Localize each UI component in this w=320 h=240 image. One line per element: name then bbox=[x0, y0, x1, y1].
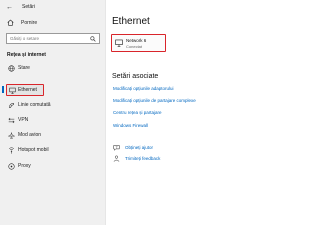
search-input[interactable] bbox=[10, 35, 86, 42]
sidebar-item-status[interactable]: Stare bbox=[4, 62, 102, 74]
help-icon: ? bbox=[113, 145, 120, 151]
page-title: Ethernet bbox=[112, 16, 150, 27]
back-arrow-icon[interactable]: ← bbox=[6, 4, 13, 11]
sidebar-item-label: Proxy bbox=[18, 163, 31, 169]
sidebar: Pornire Rețea și internet Stare Ethernet bbox=[0, 0, 106, 225]
main-content: Ethernet Network 6 Conectat Setări asoci… bbox=[106, 0, 250, 225]
proxy-icon bbox=[8, 163, 15, 170]
sidebar-item-proxy[interactable]: Proxy bbox=[4, 160, 102, 172]
home-nav-item[interactable]: Pornire bbox=[7, 18, 102, 28]
status-icon bbox=[8, 65, 15, 72]
svg-text:?: ? bbox=[116, 145, 118, 149]
search-box[interactable] bbox=[6, 33, 100, 44]
link-network-sharing-center[interactable]: Centru rețea și partajare bbox=[113, 110, 162, 116]
link-adapter-options[interactable]: Modificați opțiunile adaptorului bbox=[113, 86, 174, 92]
hotspot-icon bbox=[8, 147, 15, 154]
feedback-icon bbox=[113, 155, 120, 162]
sidebar-item-label: Ethernet bbox=[18, 87, 37, 94]
send-feedback-item[interactable]: Trimiteți feedback bbox=[113, 155, 193, 163]
home-icon bbox=[7, 19, 14, 26]
sidebar-item-label: Mod avion bbox=[18, 132, 42, 138]
sidebar-section-title: Rețea și internet bbox=[7, 52, 46, 58]
dial-up-icon bbox=[9, 103, 14, 108]
sidebar-item-airplane-mode[interactable]: Mod avion bbox=[4, 129, 102, 141]
send-feedback-label: Trimiteți feedback bbox=[125, 156, 161, 161]
app-title: Setări bbox=[22, 4, 36, 10]
search-icon[interactable] bbox=[90, 36, 96, 42]
sidebar-item-label: Hotspot mobil bbox=[18, 147, 49, 153]
link-advanced-sharing[interactable]: Modificați opțiunile de partajare comple… bbox=[113, 98, 196, 104]
sidebar-item-vpn[interactable]: VPN bbox=[4, 114, 102, 126]
sidebar-item-label: Stare bbox=[18, 65, 30, 71]
network-card[interactable]: Network 6 Conectat bbox=[111, 34, 166, 52]
sidebar-item-label: Linie comutată bbox=[18, 102, 51, 108]
related-settings-heading: Setări asociate bbox=[112, 73, 159, 80]
home-label: Pornire bbox=[21, 20, 38, 26]
sidebar-item-ethernet[interactable]: Ethernet bbox=[2, 84, 44, 96]
settings-window: Pornire Rețea și internet Stare Ethernet bbox=[0, 0, 250, 225]
vpn-icon bbox=[8, 117, 15, 124]
sidebar-item-mobile-hotspot[interactable]: Hotspot mobil bbox=[4, 144, 102, 156]
get-help-item[interactable]: ? Obțineți ajutor bbox=[113, 144, 193, 152]
sidebar-item-label: VPN bbox=[18, 117, 29, 123]
ethernet-monitor-icon bbox=[115, 39, 123, 47]
network-status: Conectat bbox=[126, 44, 143, 49]
get-help-label: Obțineți ajutor bbox=[125, 145, 154, 150]
ethernet-icon bbox=[9, 87, 16, 94]
airplane-icon bbox=[8, 132, 15, 139]
sidebar-item-dial-up[interactable]: Linie comutată bbox=[4, 99, 102, 111]
link-windows-firewall[interactable]: Windows Firewall bbox=[113, 123, 148, 129]
network-name: Network 6 bbox=[126, 38, 147, 43]
